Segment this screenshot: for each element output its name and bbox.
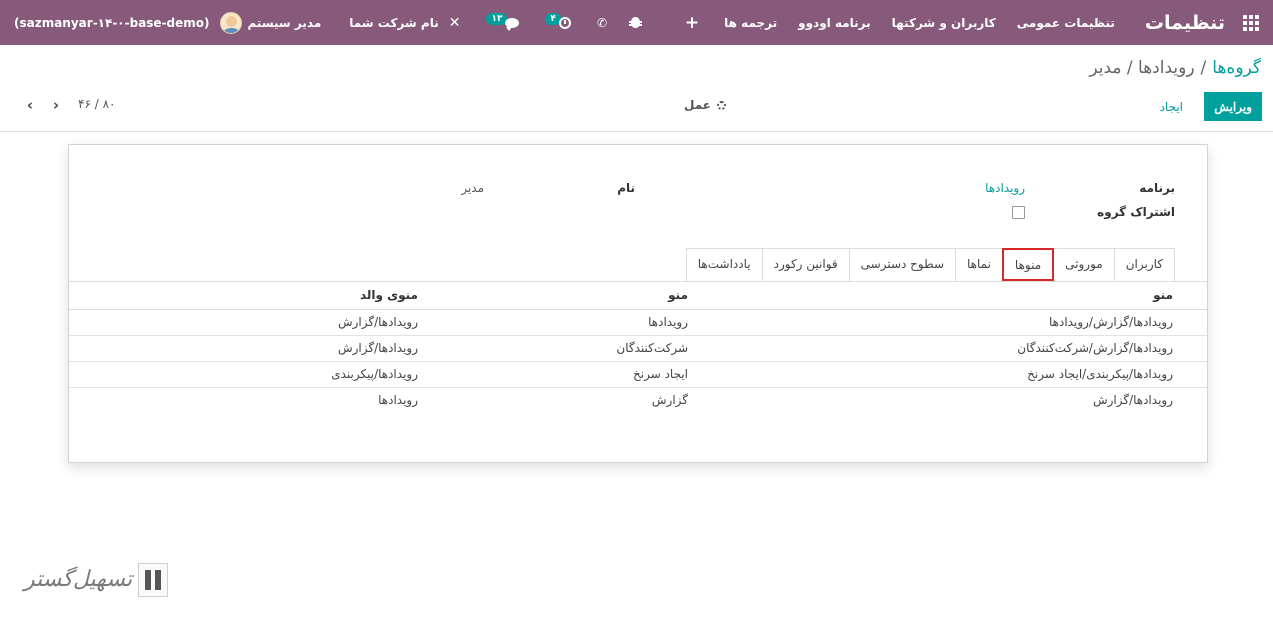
breadcrumb-groups-link[interactable]: گروه‌ها bbox=[1212, 58, 1261, 78]
watermark-logo: تسهیل‌گستر bbox=[24, 563, 174, 607]
action-label: عمل bbox=[684, 98, 711, 112]
cell-menu-path: رویدادها/پیکربندی/ایجاد سرنخ bbox=[722, 361, 1207, 388]
user-avatar[interactable] bbox=[219, 11, 242, 34]
application-label: برنامه bbox=[1139, 181, 1175, 195]
pager-value[interactable]: ۴۶ / ۸۰ bbox=[78, 97, 115, 111]
tab-menus[interactable]: منوها bbox=[1001, 248, 1055, 281]
share-group-checkbox[interactable] bbox=[1012, 206, 1025, 219]
cell-menu: شرکت‌کنندگان bbox=[452, 335, 722, 362]
form-sheet: برنامه رویدادها نام مدیر اشتراک گروه کار… bbox=[68, 144, 1208, 463]
cell-menu-path: رویدادها/گزارش/شرکت‌کنندگان bbox=[722, 335, 1207, 362]
cell-menu-path: رویدادها/گزارش bbox=[1092, 393, 1173, 408]
gear-icon bbox=[717, 101, 727, 110]
cell-parent-menu: رویدادها/گزارش bbox=[69, 335, 452, 362]
apps-icon[interactable] bbox=[1243, 14, 1259, 31]
name-value: مدیر bbox=[461, 181, 484, 195]
breadcrumb: گروه‌ها/رویدادها / مدیر bbox=[1089, 58, 1261, 78]
phone-icon[interactable]: ✆ bbox=[597, 16, 607, 30]
menu-users-companies[interactable]: کاربران و شرکتها bbox=[892, 16, 996, 30]
form-tabs: کاربران موروثی منوها نماها سطوح دسترسی ق… bbox=[685, 248, 1175, 281]
tab-record-rules[interactable]: قوانین رکورد bbox=[761, 248, 850, 281]
tab-access-rights[interactable]: سطوح دسترسی bbox=[848, 248, 956, 281]
name-label: نام bbox=[617, 181, 635, 195]
cell-menu-path: رویدادها/گزارش/رویدادها bbox=[722, 309, 1207, 336]
cell-parent-menu: رویدادها/پیکربندی bbox=[69, 361, 452, 388]
menus-table: منو منو منوی والد رویدادها/گزارش/رویداده… bbox=[69, 282, 1207, 413]
app-title[interactable]: تنظیمات bbox=[1145, 12, 1225, 34]
chat-icon bbox=[505, 17, 520, 31]
watermark-mark-icon bbox=[138, 563, 168, 597]
table-row[interactable]: رویدادها/گزارش/رویدادها رویدادها رویداده… bbox=[69, 309, 1207, 336]
column-header-parent-menu[interactable]: منوی والد bbox=[69, 282, 452, 310]
cell-parent-menu: رویدادها bbox=[378, 393, 418, 408]
top-navbar: تنظیمات تنظیمات عمومی کاربران و شرکتها ب… bbox=[0, 0, 1273, 45]
table-row[interactable]: رویدادها/گزارش/شرکت‌کنندگان شرکت‌کنندگان… bbox=[69, 335, 1207, 362]
menu-odoo-app[interactable]: برنامه اودوو bbox=[798, 16, 871, 30]
database-name: (sazmanyar-۱۴-۰-base-demo) bbox=[14, 15, 210, 30]
table-row[interactable]: رویدادها/پیکربندی/ایجاد سرنخ ایجاد سرنخ … bbox=[69, 361, 1207, 388]
create-button[interactable]: ایجاد bbox=[1154, 92, 1189, 121]
application-value-link[interactable]: رویدادها bbox=[985, 181, 1025, 195]
cell-menu: رویدادها bbox=[452, 309, 722, 336]
table-header-row: منو منو منوی والد bbox=[69, 282, 1207, 310]
close-x-icon[interactable]: ✕ bbox=[449, 15, 461, 31]
edit-button[interactable]: ویرایش bbox=[1204, 92, 1262, 121]
systray: (sazmanyar-۱۴-۰-base-demo) مدیر سیستم نا… bbox=[14, 0, 643, 45]
action-menu[interactable]: عمل bbox=[684, 98, 727, 112]
menu-translations[interactable]: ترجمه ها bbox=[724, 16, 777, 30]
activities-menu[interactable]: ۴ bbox=[545, 12, 571, 29]
menu-general-settings[interactable]: تنظیمات عمومی bbox=[1017, 16, 1115, 30]
breadcrumb-separator: / bbox=[1200, 58, 1207, 78]
tab-notes[interactable]: یادداشت‌ها bbox=[685, 248, 763, 281]
cell-parent-menu: رویدادها/گزارش bbox=[69, 309, 452, 336]
column-header-menu[interactable]: منو bbox=[452, 282, 722, 310]
messaging-menu[interactable]: ۱۳ bbox=[486, 12, 520, 31]
cell-menu: ایجاد سرنخ bbox=[452, 361, 722, 388]
bug-icon[interactable] bbox=[629, 17, 643, 28]
plus-icon[interactable]: + bbox=[685, 13, 699, 33]
company-switcher[interactable]: نام شرکت شما bbox=[349, 16, 438, 30]
cell-menu: گزارش bbox=[651, 393, 688, 408]
clock-icon bbox=[558, 16, 571, 29]
control-panel-divider bbox=[0, 131, 1273, 132]
breadcrumb-current: رویدادها / مدیر bbox=[1089, 58, 1195, 78]
messages-count-badge: ۱۳ bbox=[486, 12, 508, 25]
user-menu[interactable]: مدیر سیستم bbox=[248, 16, 322, 30]
pager-previous-button[interactable]: ‹ bbox=[21, 94, 39, 116]
tab-inherited[interactable]: موروثی bbox=[1053, 248, 1115, 281]
column-header-menu-path[interactable]: منو bbox=[722, 282, 1207, 310]
tab-users[interactable]: کاربران bbox=[1113, 248, 1175, 281]
tab-views[interactable]: نماها bbox=[955, 248, 1003, 281]
share-group-label: اشتراک گروه bbox=[1097, 205, 1175, 219]
main-menu: تنظیمات عمومی کاربران و شرکتها برنامه او… bbox=[685, 13, 1115, 33]
table-row[interactable]: رویدادها/گزارش گزارش رویدادها bbox=[69, 387, 1207, 413]
watermark-text: تسهیل‌گستر bbox=[24, 567, 133, 592]
pager-next-button[interactable]: › bbox=[47, 94, 65, 116]
